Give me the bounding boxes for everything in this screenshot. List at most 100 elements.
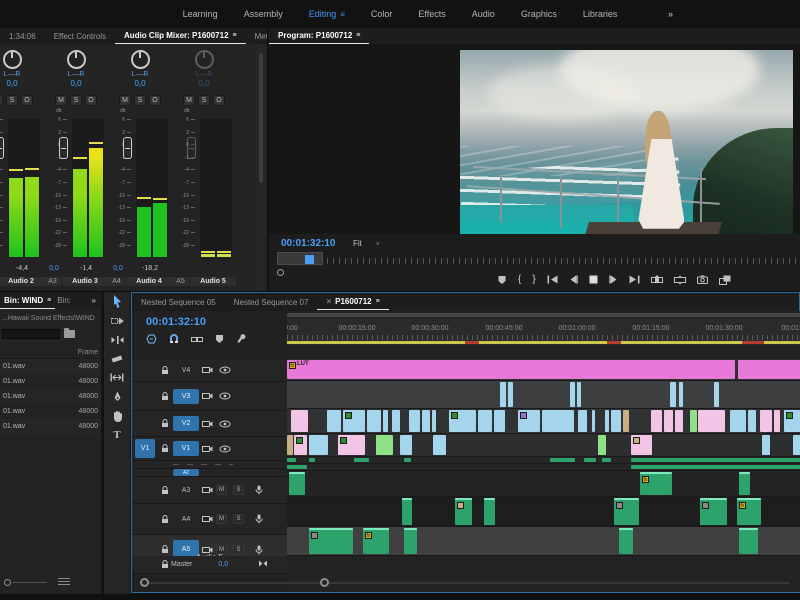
tab-audio-clip-mixer[interactable]: Audio Clip Mixer: P1600712≡	[115, 28, 246, 44]
timeline-top-scrollbar[interactable]	[287, 313, 800, 317]
timeline-clip[interactable]	[376, 435, 393, 455]
timeline-clip[interactable]	[291, 410, 308, 432]
volume-fader[interactable]	[187, 137, 196, 159]
voiceover-mic-icon[interactable]	[250, 485, 267, 495]
button-editor-button[interactable]	[719, 275, 731, 285]
timeline-clip[interactable]: fx	[363, 528, 389, 554]
pan-knob[interactable]	[67, 50, 86, 69]
timeline-clip[interactable]	[455, 498, 472, 525]
timeline-clip[interactable]	[287, 465, 307, 469]
tab-program[interactable]: Program: P1600712 ≡	[269, 28, 369, 44]
tab-1[interactable]: 1:34:06	[0, 28, 45, 44]
folder-icon[interactable]	[64, 330, 75, 338]
mixer-scrollbar[interactable]	[255, 45, 267, 291]
timeline-clip[interactable]	[294, 435, 307, 455]
timeline-clip[interactable]	[449, 410, 476, 432]
solo-button[interactable]: S	[6, 95, 18, 106]
panel-menu-icon[interactable]: ≡	[356, 32, 360, 39]
workspace-menu-icon[interactable]: ≡	[340, 10, 345, 19]
timeline-tab-nested-sequence-07[interactable]: Nested Sequence 07	[225, 294, 318, 310]
program-zoom-scrollbar[interactable]	[277, 252, 323, 265]
track-name-v4[interactable]: V4	[173, 363, 199, 378]
bin-file-row[interactable]: 01.wav48000	[0, 419, 101, 434]
timeline-clip[interactable]	[611, 410, 621, 432]
timeline-clip[interactable]	[409, 410, 420, 432]
lock-icon[interactable]	[158, 419, 171, 428]
timeline-tab-nested-sequence-05[interactable]: Nested Sequence 05	[132, 294, 225, 310]
mute-button[interactable]: M	[183, 95, 195, 106]
bin-file-row[interactable]: 01.wav48000	[0, 359, 101, 374]
workspace-tab-libraries[interactable]: Libraries	[583, 9, 618, 19]
mark-in-button[interactable]: {	[518, 274, 521, 285]
timeline-clip[interactable]	[605, 410, 609, 432]
track-solo-button[interactable]: S	[233, 545, 244, 555]
sync-lock-icon[interactable]	[199, 366, 216, 374]
type-tool[interactable]: T	[104, 425, 130, 444]
master-bind-icon[interactable]	[258, 560, 268, 569]
track-mute-button[interactable]: M	[216, 514, 227, 524]
timeline-clip[interactable]	[774, 410, 780, 432]
track-solo-button[interactable]: S	[233, 485, 244, 495]
lock-icon[interactable]	[158, 560, 171, 569]
workspace-tab-editing[interactable]: Editing≡	[309, 9, 345, 19]
volume-fader[interactable]	[0, 137, 4, 159]
timeline-clip[interactable]	[404, 528, 417, 554]
channel-name[interactable]: Audio 2	[0, 277, 44, 286]
timeline-clip[interactable]	[664, 410, 673, 432]
hand-tool[interactable]	[104, 406, 130, 425]
voiceover-mic-icon[interactable]	[250, 514, 267, 524]
solo-button[interactable]: S	[198, 95, 210, 106]
step-back-button[interactable]	[569, 275, 578, 284]
timeline-clip[interactable]	[631, 465, 800, 469]
close-tab-icon[interactable]: ×	[326, 297, 331, 306]
timeline-clip[interactable]	[670, 382, 676, 407]
mute-button[interactable]: M	[55, 95, 67, 106]
keyframe-button[interactable]: O	[213, 95, 225, 106]
step-forward-button[interactable]	[609, 275, 618, 284]
timeline-clip[interactable]	[542, 410, 574, 432]
timeline-clip[interactable]	[760, 410, 772, 432]
volume-fader[interactable]	[123, 137, 132, 159]
bin-column-headers[interactable]: Frame	[0, 339, 101, 359]
track-header-v1[interactable]: V1V1	[132, 437, 287, 461]
list-view-icon[interactable]	[58, 578, 70, 587]
sync-lock-icon[interactable]	[199, 445, 216, 453]
timeline-clip[interactable]	[570, 382, 575, 407]
track-header-v2[interactable]: V2	[132, 411, 287, 437]
add-marker-button[interactable]	[215, 334, 224, 344]
workspace-tab-audio[interactable]: Audio	[472, 9, 495, 19]
source-patch-v1[interactable]: V1	[135, 439, 155, 457]
tab-bin-wind[interactable]: Bin: WIND ≡	[0, 293, 55, 309]
bin-overflow-icon[interactable]: »	[92, 296, 101, 305]
track-select-forward-tool[interactable]	[104, 311, 130, 330]
mute-button[interactable]: M	[119, 95, 131, 106]
track-mute-button[interactable]: M	[216, 485, 227, 495]
timeline-clip[interactable]	[675, 410, 683, 432]
track-header-a1[interactable]	[132, 461, 287, 469]
timeline-clip[interactable]	[739, 528, 758, 554]
play-button[interactable]	[589, 275, 598, 284]
timeline-clip[interactable]	[400, 435, 412, 455]
timeline-clip[interactable]	[327, 410, 341, 432]
channel-name[interactable]: Audio 3	[62, 277, 108, 286]
tab-effect-controls[interactable]: Effect Controls	[45, 28, 115, 44]
bin-search-input[interactable]	[2, 329, 60, 339]
timeline-clip[interactable]: fx	[737, 498, 761, 525]
timeline-clip[interactable]	[404, 458, 411, 462]
fader-value[interactable]: 0,0	[44, 265, 64, 272]
timeline-clip[interactable]	[623, 410, 629, 432]
sync-lock-icon[interactable]	[199, 486, 216, 494]
scrollbar-knob-right[interactable]	[320, 578, 329, 587]
pan-value[interactable]: 0,0	[108, 79, 172, 88]
timeline-clip[interactable]	[484, 498, 495, 525]
timeline-clip[interactable]	[508, 382, 513, 407]
nest-toggle[interactable]	[146, 334, 157, 344]
sync-lock-icon[interactable]	[199, 515, 216, 523]
fader-value[interactable]: 0,0	[108, 265, 128, 272]
master-volume-value[interactable]: 0,0	[218, 561, 228, 568]
export-frame-button[interactable]	[697, 275, 708, 284]
lock-icon[interactable]	[158, 515, 171, 524]
timeline-clip[interactable]	[402, 498, 412, 525]
track-name-a3[interactable]: A3	[173, 483, 199, 498]
timeline-bottom-scrollbar[interactable]	[132, 577, 799, 589]
